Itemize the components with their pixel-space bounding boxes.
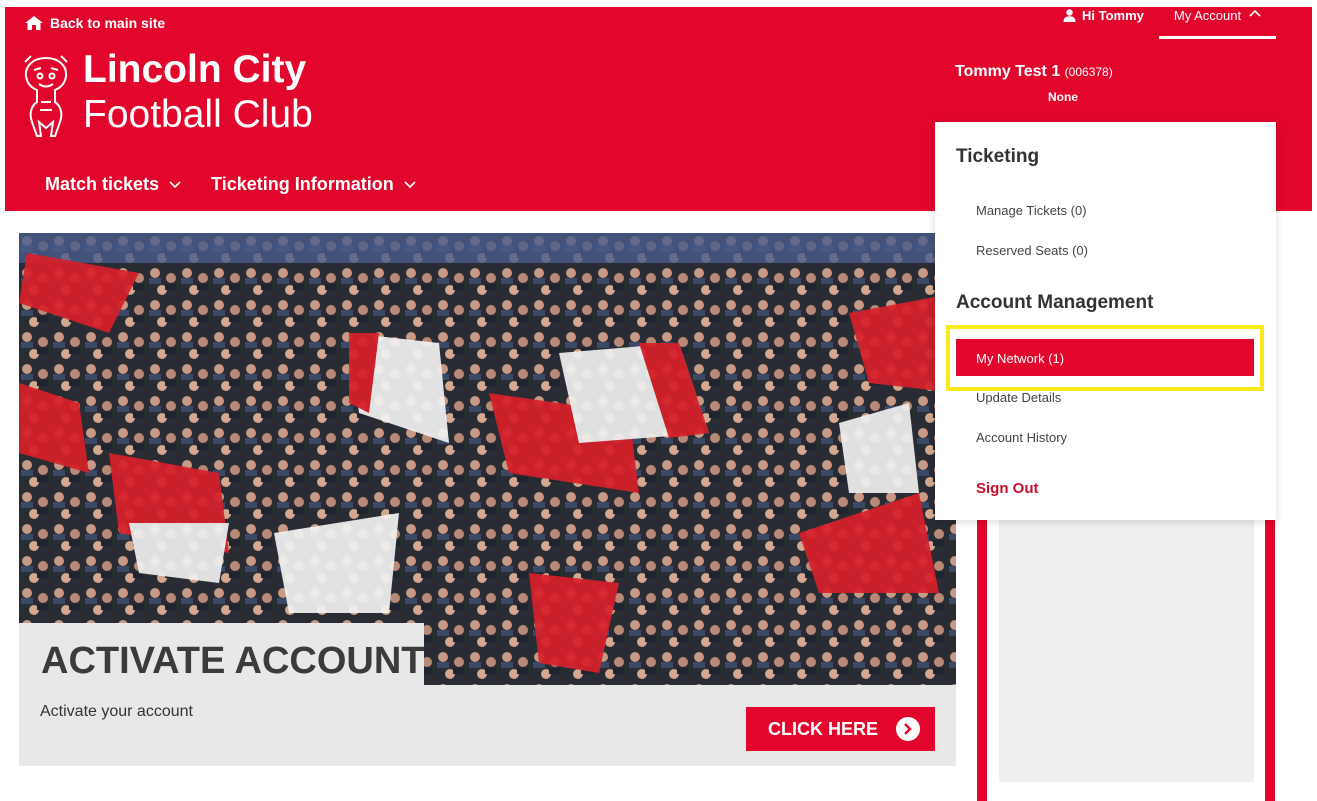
back-to-main-site-link[interactable]: Back to main site [25,15,165,31]
sidebar-panel [999,520,1254,782]
ticketing-heading: Ticketing [956,146,1040,167]
user-greeting[interactable]: Hi Tommy [1063,8,1144,23]
arrow-right-icon [896,717,921,741]
manage-tickets-link[interactable]: Manage Tickets (0) [976,203,1087,218]
nav-match-tickets[interactable]: Match tickets [45,174,181,195]
sign-out-link[interactable]: Sign Out [976,480,1039,497]
user-name-text: Tommy Test 1 [955,63,1061,80]
my-account-toggle[interactable]: My Account [1159,5,1276,39]
user-membership: None [1048,90,1078,104]
main-nav: Match tickets Ticketing Information [45,174,416,195]
nav-match-tickets-label: Match tickets [45,174,160,194]
chevron-down-icon [169,180,181,188]
crowd-photo [19,233,956,685]
nav-ticketing-information-label: Ticketing Information [211,174,394,194]
click-here-label: CLICK HERE [768,718,879,739]
nav-ticketing-information[interactable]: Ticketing Information [211,174,416,195]
back-link-label: Back to main site [50,15,166,31]
greeting-label: Hi Tommy [1082,8,1144,23]
account-history-link[interactable]: Account History [976,430,1067,445]
click-here-button[interactable]: CLICK HERE [746,707,935,751]
user-id: (006378) [1064,65,1113,79]
club-name-line1: Lincoln City [83,48,307,91]
sidebar-accent-right [1265,520,1275,801]
user-icon [1063,9,1076,22]
club-name[interactable]: Lincoln City Football Club [83,47,313,137]
sidebar-accent-left [977,520,987,801]
chevron-down-icon [404,180,416,188]
account-user-name: Tommy Test 1 (006378) [955,63,1113,81]
account-dropdown-menu: Ticketing Manage Tickets (0) Reserved Se… [935,122,1276,520]
my-account-label: My Account [1173,8,1242,23]
reserved-seats-link[interactable]: Reserved Seats (0) [976,243,1088,258]
account-management-heading: Account Management [956,292,1154,313]
banner-subtitle: Activate your account [40,703,193,720]
highlight-box [946,325,1264,391]
banner-title: ACTIVATE ACCOUNT [41,640,425,682]
club-name-line2: Football Club [83,93,313,136]
home-icon [25,16,43,30]
club-crest[interactable] [19,52,73,142]
activate-account-banner: ACTIVATE ACCOUNT Activate your account C… [19,233,956,766]
chevron-up-icon [1249,9,1261,17]
update-details-link[interactable]: Update Details [976,390,1061,405]
